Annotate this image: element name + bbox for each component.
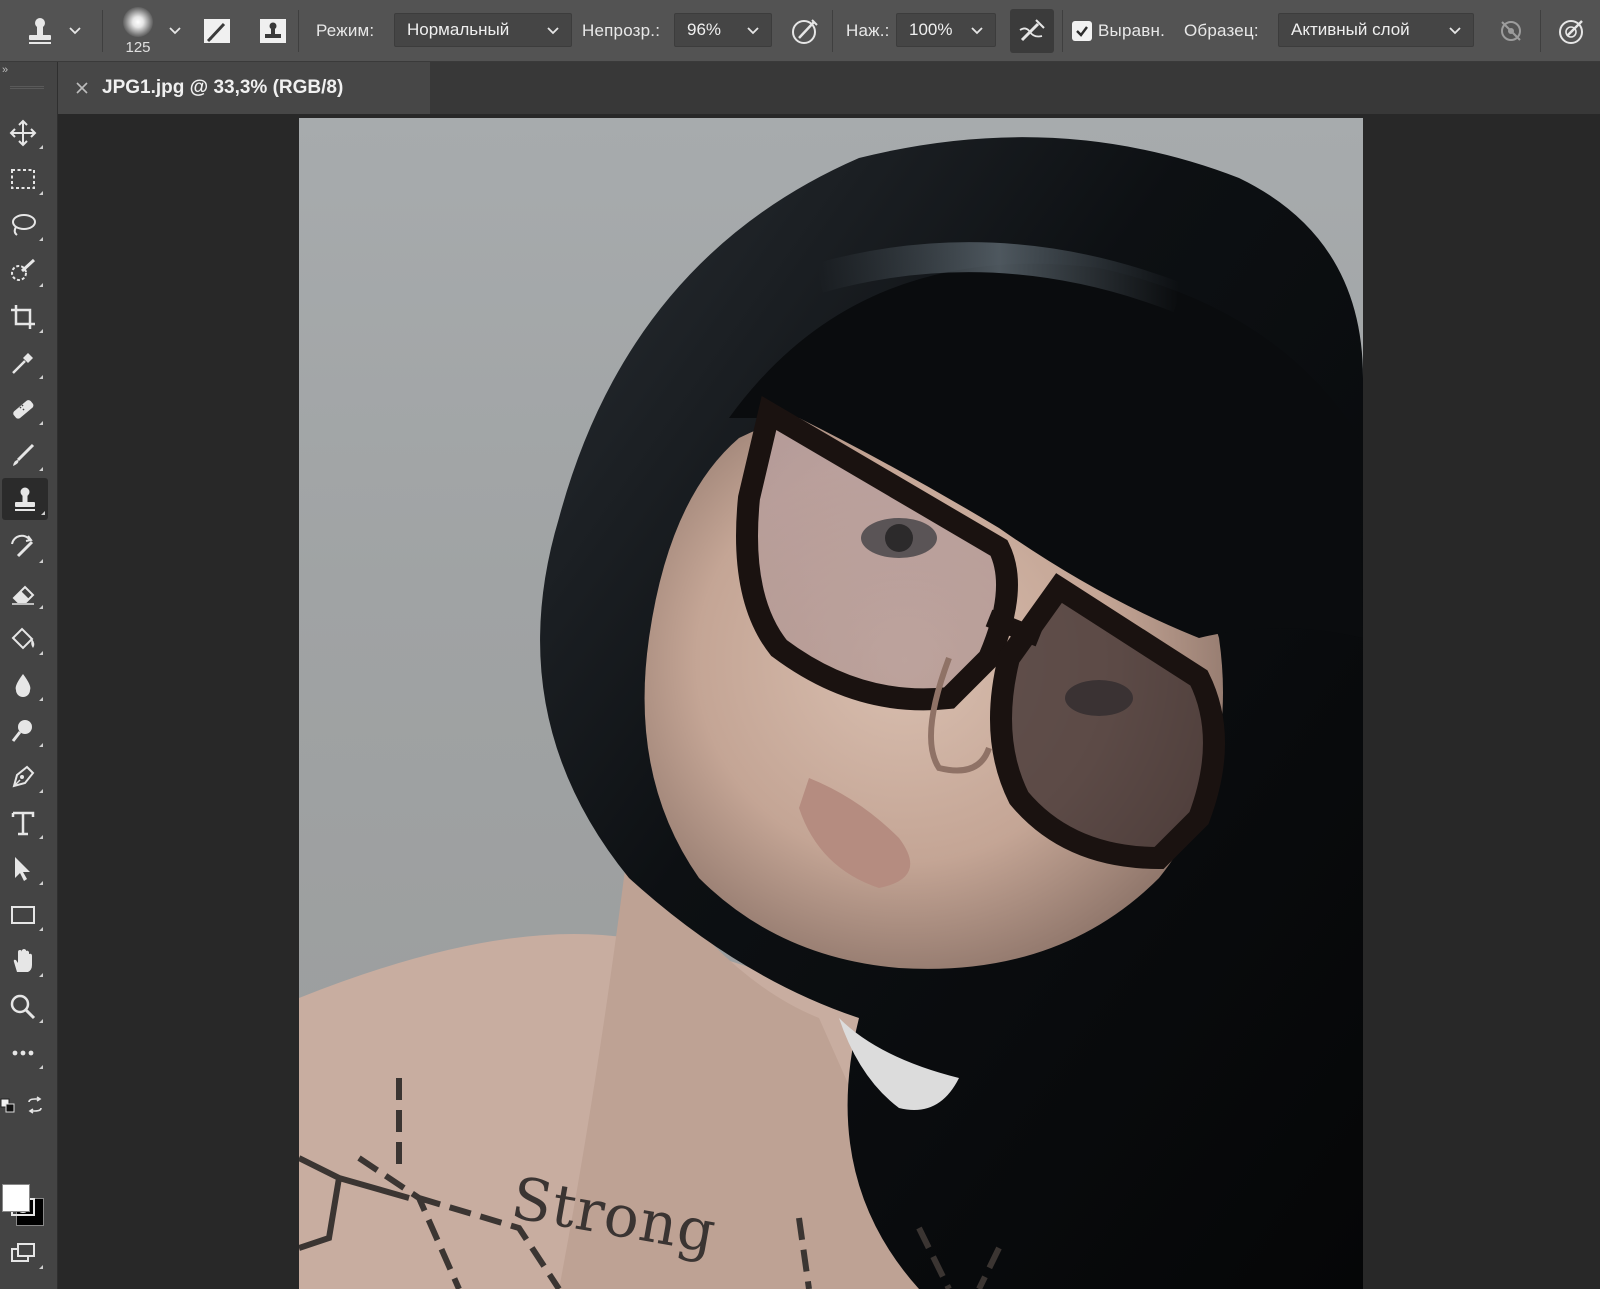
pressure-label: Наж.: bbox=[846, 21, 890, 40]
clone-stamp-tool-preset-icon[interactable] bbox=[22, 0, 58, 62]
ignore-adjustment-layers-icon[interactable] bbox=[1494, 0, 1528, 62]
canvas-image[interactable]: Strong bbox=[299, 118, 1363, 1289]
toggle-clone-source-icon[interactable] bbox=[256, 0, 290, 62]
eraser-tool-icon[interactable] bbox=[0, 572, 46, 614]
toggle-brush-settings-icon[interactable] bbox=[200, 0, 234, 62]
clone-stamp-tool-icon[interactable] bbox=[2, 478, 48, 520]
divider bbox=[1540, 10, 1541, 52]
pressure-value: 100% bbox=[909, 20, 953, 39]
brush-preset-picker[interactable]: 125 bbox=[118, 0, 158, 62]
panel-grip[interactable] bbox=[10, 86, 44, 89]
chevron-down-icon bbox=[747, 20, 759, 40]
swap-colors-icon[interactable] bbox=[26, 1096, 44, 1114]
aligned-label: Выравн. bbox=[1098, 21, 1166, 40]
close-icon[interactable] bbox=[72, 78, 92, 98]
dodge-tool-icon[interactable] bbox=[0, 710, 46, 752]
edit-toolbar-icon[interactable] bbox=[0, 1032, 46, 1074]
opacity-value: 96% bbox=[687, 20, 722, 39]
move-tool-icon[interactable] bbox=[0, 112, 46, 154]
mode-label: Режим: bbox=[316, 21, 375, 40]
sample-select[interactable]: Активный слой bbox=[1278, 13, 1474, 47]
document-tab[interactable]: JPG1.jpg @ 33,3% (RGB/8) bbox=[58, 62, 430, 114]
zoom-tool-icon[interactable] bbox=[0, 986, 46, 1028]
chevron-down-icon bbox=[971, 20, 983, 40]
document-tab-bar: JPG1.jpg @ 33,3% (RGB/8) bbox=[58, 62, 1600, 114]
hand-tool-icon[interactable] bbox=[0, 940, 46, 982]
paint-bucket-tool-icon[interactable] bbox=[0, 618, 46, 660]
brush-tip-icon bbox=[123, 6, 153, 37]
opacity-field[interactable]: 96% bbox=[674, 13, 772, 47]
collapse-panel-icon[interactable]: » bbox=[2, 64, 8, 76]
tools-panel: » bbox=[0, 62, 58, 1289]
opacity-pressure-icon[interactable] bbox=[788, 0, 822, 62]
quick-selection-tool-icon[interactable] bbox=[0, 250, 46, 292]
chevron-down-icon bbox=[547, 20, 559, 40]
healing-brush-tool-icon[interactable] bbox=[0, 388, 46, 430]
divider bbox=[832, 10, 833, 52]
divider bbox=[298, 10, 299, 52]
options-bar: 125 Режим: Нормальный Непрозр.: 96% Наж.… bbox=[0, 0, 1600, 62]
chevron-down-icon bbox=[1449, 20, 1461, 40]
tool-preset-chevron-down-icon[interactable] bbox=[68, 0, 82, 62]
history-brush-tool-icon[interactable] bbox=[0, 526, 46, 568]
divider bbox=[102, 10, 103, 52]
rectangular-marquee-tool-icon[interactable] bbox=[0, 158, 46, 200]
default-colors-icon[interactable] bbox=[0, 1098, 16, 1114]
type-tool-icon[interactable] bbox=[0, 802, 46, 844]
sample-label: Образец: bbox=[1184, 21, 1259, 40]
brush-tool-icon[interactable] bbox=[0, 434, 46, 476]
screen-mode-icon[interactable] bbox=[0, 1232, 46, 1274]
divider bbox=[1062, 10, 1063, 52]
mode-select[interactable]: Нормальный bbox=[394, 13, 572, 47]
sample-value: Активный слой bbox=[1291, 20, 1410, 39]
brush-preset-chevron-down-icon[interactable] bbox=[168, 0, 182, 62]
pen-tool-icon[interactable] bbox=[0, 756, 46, 798]
foreground-color-swatch[interactable] bbox=[2, 1184, 30, 1212]
brush-size-value: 125 bbox=[125, 38, 151, 56]
blur-tool-icon[interactable] bbox=[0, 664, 46, 706]
path-selection-tool-icon[interactable] bbox=[0, 848, 46, 890]
airbrush-icon[interactable] bbox=[1010, 9, 1054, 53]
rectangle-tool-icon[interactable] bbox=[0, 894, 46, 936]
size-pressure-icon[interactable] bbox=[1552, 0, 1592, 62]
document-tab-title: JPG1.jpg @ 33,3% (RGB/8) bbox=[102, 77, 344, 98]
crop-tool-icon[interactable] bbox=[0, 296, 46, 338]
eyedropper-tool-icon[interactable] bbox=[0, 342, 46, 384]
mode-value: Нормальный bbox=[407, 20, 510, 39]
lasso-tool-icon[interactable] bbox=[0, 204, 46, 246]
pressure-field[interactable]: 100% bbox=[896, 13, 996, 47]
opacity-label: Непрозр.: bbox=[582, 21, 661, 40]
aligned-checkbox[interactable] bbox=[1072, 21, 1092, 41]
